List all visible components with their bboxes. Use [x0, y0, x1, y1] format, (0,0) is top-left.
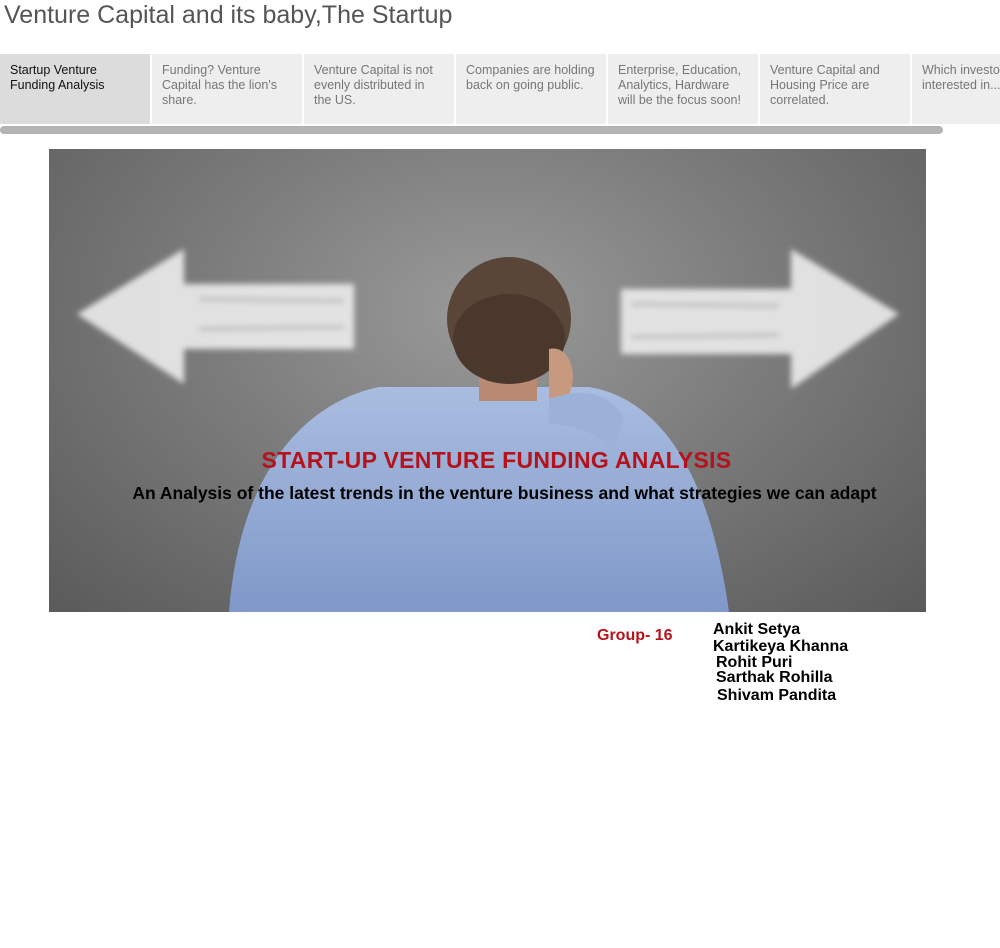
- hero-image: START-UP VENTURE FUNDING ANALYSIS An Ana…: [49, 149, 926, 612]
- hero-title: START-UP VENTURE FUNDING ANALYSIS: [261, 447, 732, 473]
- tab-enterprise-education-focus[interactable]: Enterprise, Education, Analytics, Hardwa…: [608, 54, 758, 124]
- left-arrow-icon: [77, 249, 354, 384]
- member-name: Sarthak Rohilla: [716, 669, 833, 686]
- story-title: Venture Capital and its baby,The Startup: [4, 1, 453, 29]
- member-name: Shivam Pandita: [717, 687, 837, 704]
- tab-which-investors[interactable]: Which investors are interested in...: [912, 54, 1000, 124]
- member-name: Ankit Setya: [713, 621, 801, 638]
- tab-scrollbar[interactable]: [0, 126, 943, 134]
- right-arrow-icon: [621, 249, 899, 389]
- man-facing-two-arrows-image: [77, 249, 899, 612]
- tab-companies-holding-back[interactable]: Companies are holding back on going publ…: [456, 54, 606, 124]
- member-name: Kartikeya Khanna: [713, 638, 849, 655]
- hero-subtitle: An Analysis of the latest trends in the …: [132, 483, 877, 503]
- group-label: Group- 16: [597, 627, 673, 644]
- story-point-navigator: Startup Venture Funding Analysis Funding…: [0, 54, 1000, 124]
- tab-funding-venture-capital[interactable]: Funding? Venture Capital has the lion's …: [152, 54, 302, 124]
- tab-vc-housing-price[interactable]: Venture Capital and Housing Price are co…: [760, 54, 910, 124]
- tab-vc-not-evenly-distributed[interactable]: Venture Capital is not evenly distribute…: [304, 54, 454, 124]
- tab-startup-venture-funding-analysis[interactable]: Startup Venture Funding Analysis: [0, 54, 150, 124]
